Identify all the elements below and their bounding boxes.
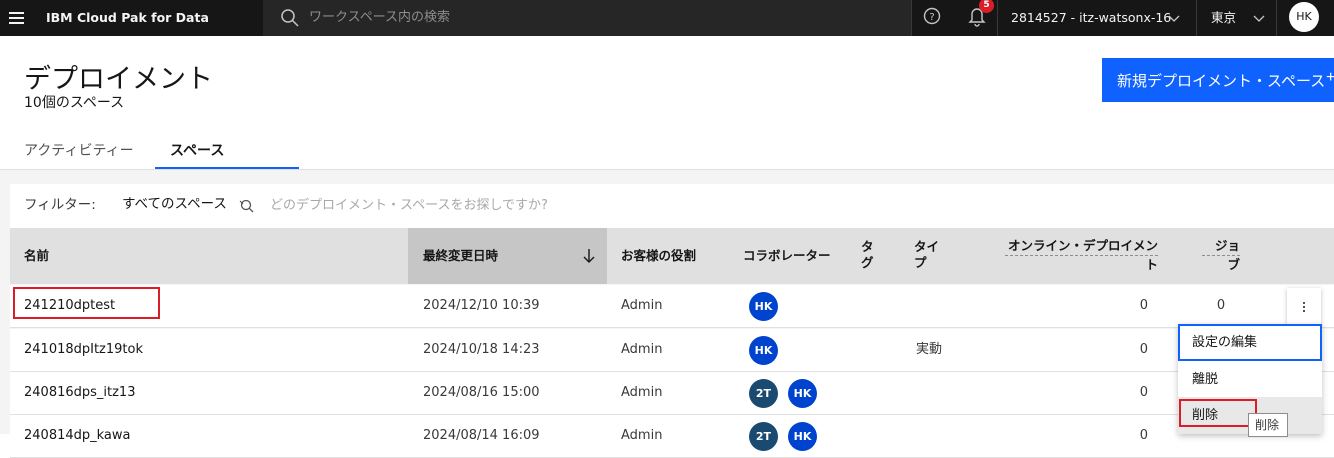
brand-name[interactable]: IBM Cloud Pak for Data <box>46 0 209 36</box>
column-header-collaborators[interactable]: コラボレーター <box>743 228 831 284</box>
online-deployment-count: 0 <box>1139 428 1148 443</box>
tags-header-line1: タ <box>861 239 874 254</box>
tab-spaces[interactable]: スペース <box>155 135 299 169</box>
online-header-line2: ト <box>1145 257 1158 272</box>
top-header: IBM Cloud Pak for Data ワークスペース内の検索 ? 5 2… <box>0 0 1334 36</box>
jobs-header-line1: ジョ <box>1202 237 1240 256</box>
column-header-role[interactable]: お客様の役割 <box>621 228 696 284</box>
filter-label: フィルター: <box>24 197 96 213</box>
help-button[interactable]: ? <box>914 0 950 36</box>
filter-bar: フィルター: すべてのスペース どのデプロイメント・スペースをお探しですか? <box>10 184 1334 228</box>
search-input[interactable]: ワークスペース内の検索 <box>309 0 450 36</box>
overflow-dot <box>1303 310 1305 312</box>
annotation-highlight <box>13 287 160 319</box>
space-search-input[interactable]: どのデプロイメント・スペースをお探しですか? <box>270 184 548 228</box>
menu-item-leave[interactable]: 離脱 <box>1178 361 1322 398</box>
filter-dropdown[interactable]: すべてのスペース <box>122 184 227 228</box>
header-divider <box>997 0 998 36</box>
user-role: Admin <box>621 298 663 313</box>
online-header-line1: オンライン・デプロイメン <box>1005 237 1158 256</box>
chevron-down-icon[interactable] <box>1168 13 1180 23</box>
tags-header-line2: グ <box>861 255 874 270</box>
collaborator-avatar[interactable]: 2T <box>749 379 778 408</box>
table-row[interactable]: 241018dpItz19tok 2024/10/18 14:23 Admin … <box>10 329 1334 372</box>
overflow-dot <box>1303 306 1305 308</box>
collaborator-avatar[interactable]: HK <box>788 422 817 451</box>
svg-text:?: ? <box>929 12 934 23</box>
space-name-link[interactable]: 240816dps_itz13 <box>24 372 135 414</box>
type-header-line2: プ <box>914 255 927 270</box>
job-count: 0 <box>1216 298 1226 313</box>
header-divider <box>911 0 912 36</box>
space-type: 実動 <box>916 342 943 357</box>
column-header-tags[interactable]: タ グ <box>861 239 874 271</box>
column-header-modified[interactable]: 最終変更日時 <box>423 228 498 284</box>
global-search[interactable]: ワークスペース内の検索 <box>263 0 911 36</box>
jobs-header-line2: ブ <box>1227 257 1240 272</box>
user-role: Admin <box>621 428 663 443</box>
column-header-online-deployments[interactable]: オンライン・デプロイメン ト <box>1005 237 1158 274</box>
notifications-button[interactable]: 5 <box>958 0 996 36</box>
page-title: デプロイメント <box>24 64 213 95</box>
column-header-type[interactable]: タイ プ <box>914 239 939 271</box>
user-role: Admin <box>621 342 663 357</box>
type-header-line1: タイ <box>914 239 940 254</box>
help-icon: ? <box>923 7 941 25</box>
modified-date: 2024/12/10 10:39 <box>423 298 540 313</box>
sort-descending-icon[interactable] <box>582 248 596 264</box>
header-divider <box>1196 0 1197 36</box>
table-row[interactable]: 240816dps_itz13 2024/08/16 15:00 Admin 2… <box>10 372 1334 415</box>
overflow-dot <box>1303 302 1305 304</box>
user-role: Admin <box>621 385 663 400</box>
new-deployment-space-button[interactable]: 新規デプロイメント・スペース + <box>1102 58 1334 102</box>
space-name-link[interactable]: 241018dpItz19tok <box>24 329 143 371</box>
region-switcher[interactable]: 東京 <box>1211 0 1236 36</box>
annotation-highlight <box>1179 399 1257 427</box>
menu-icon[interactable] <box>0 0 34 36</box>
search-icon <box>239 199 254 213</box>
modified-date: 2024/08/14 16:09 <box>423 428 540 443</box>
new-space-button-label: 新規デプロイメント・スペース <box>1117 72 1326 90</box>
collaborator-avatar[interactable]: HK <box>749 336 778 365</box>
space-count: 10個のスペース <box>24 95 125 111</box>
search-icon <box>281 9 299 27</box>
collaborator-avatar[interactable]: HK <box>788 379 817 408</box>
collaborator-avatar[interactable]: HK <box>749 292 778 321</box>
user-avatar[interactable]: HK <box>1289 2 1319 32</box>
tab-activity[interactable]: アクティビティー <box>24 135 134 169</box>
modified-date: 2024/10/18 14:23 <box>423 342 540 357</box>
column-header-jobs[interactable]: ジョ ブ <box>1202 237 1240 274</box>
account-switcher[interactable]: 2814527 - itz-watsonx-16 <box>1011 0 1171 36</box>
add-icon: + <box>1326 69 1334 86</box>
chevron-down-icon[interactable] <box>1253 13 1265 23</box>
table-header: 名前 最終変更日時 お客様の役割 コラボレーター タ グ タイ プ オンライン・… <box>10 228 1334 284</box>
column-header-name[interactable]: 名前 <box>24 228 49 284</box>
space-name-link[interactable]: 240814dp_kawa <box>24 415 131 457</box>
online-deployment-count: 0 <box>1139 385 1148 400</box>
table-row[interactable]: 240814dp_kawa 2024/08/14 16:09 Admin 2T … <box>10 415 1334 458</box>
online-deployment-count: 0 <box>1139 342 1148 357</box>
modified-date: 2024/08/16 15:00 <box>423 385 540 400</box>
row-overflow-menu-button[interactable] <box>1287 288 1321 326</box>
collaborator-avatar[interactable]: 2T <box>749 422 778 451</box>
menu-item-edit-settings[interactable]: 設定の編集 <box>1178 324 1322 361</box>
online-deployment-count: 0 <box>1139 298 1148 313</box>
tooltip: 削除 <box>1248 413 1288 437</box>
header-divider <box>1276 0 1277 36</box>
table-row[interactable]: 241210dptest 2024/12/10 10:39 Admin HK 0… <box>10 285 1334 328</box>
